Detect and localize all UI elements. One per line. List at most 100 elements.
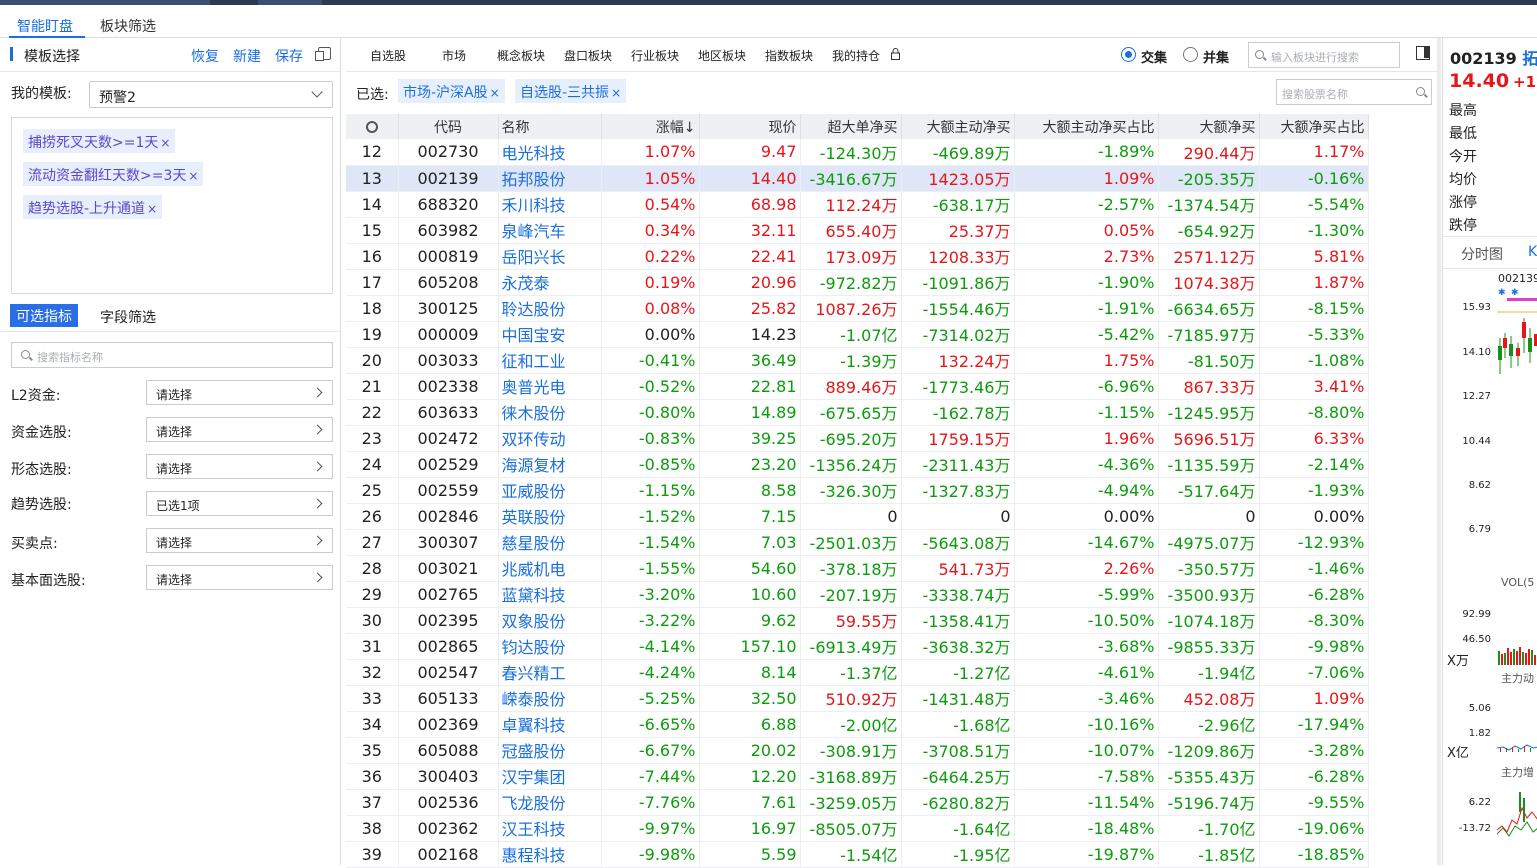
stock-name[interactable]: 电光科技 bbox=[498, 139, 602, 166]
stock-name[interactable]: 飞龙股份 bbox=[498, 789, 602, 816]
column-header[interactable]: 大额主动净买 bbox=[901, 114, 1015, 139]
new-button[interactable]: 新建 bbox=[233, 46, 261, 66]
tab-smart-watch[interactable]: 智能盯盘 bbox=[17, 16, 73, 36]
scrollbar[interactable] bbox=[1437, 38, 1441, 865]
category-industry[interactable]: 行业板块 bbox=[631, 47, 679, 64]
remove-icon[interactable]: × bbox=[188, 169, 198, 183]
stock-name[interactable]: 亚威股份 bbox=[498, 477, 602, 504]
stock-name[interactable]: 征和工业 bbox=[498, 347, 602, 374]
stock-name[interactable]: 钧达股份 bbox=[498, 633, 602, 660]
stock-name[interactable]: 永茂泰 bbox=[498, 269, 602, 296]
column-header[interactable]: 现价 bbox=[699, 114, 801, 139]
stock-name[interactable]: 惠程科技 bbox=[498, 841, 602, 868]
table-row[interactable]: 39 002168 惠程科技 -9.98% 5.59 -1.54亿 -1.95亿 -19.87… bbox=[346, 841, 1369, 868]
category-market[interactable]: 市场 bbox=[442, 47, 466, 64]
filter-select[interactable]: 请选择 bbox=[146, 528, 333, 553]
category-watchlist[interactable]: 自选股 bbox=[370, 47, 406, 64]
condition-tag[interactable]: 捕捞死叉天数>=1天 × bbox=[23, 129, 176, 153]
column-header[interactable]: 代码 bbox=[398, 114, 499, 139]
column-settings[interactable] bbox=[346, 114, 399, 139]
restore-button[interactable]: 恢复 bbox=[191, 46, 219, 66]
stock-name[interactable]: 慈星股份 bbox=[498, 529, 602, 556]
table-row[interactable]: 37 002536 飞龙股份 -7.76% 7.61 -3259.05万 -6280.82万… bbox=[346, 789, 1369, 816]
remove-icon[interactable]: × bbox=[611, 86, 621, 100]
panel-toggle-icon[interactable] bbox=[1416, 46, 1430, 60]
radio-intersection[interactable] bbox=[1121, 47, 1136, 62]
table-row[interactable]: 24 002529 海源复材 -0.85% 23.20 -1356.24万 -2311.43… bbox=[346, 451, 1369, 478]
table-row[interactable]: 13 002139 拓邦股份 1.05% 14.40 -3416.67万 1423.05万 1… bbox=[346, 165, 1369, 192]
stock-name[interactable]: 中国宝安 bbox=[498, 321, 602, 348]
stock-name[interactable]: 拓邦股份 bbox=[498, 165, 602, 192]
stock-search-input[interactable]: 搜索股票名称 bbox=[1276, 79, 1432, 105]
stock-name[interactable]: 汉宇集团 bbox=[498, 763, 602, 790]
indicator-search-input[interactable]: 搜索指标名称 bbox=[11, 342, 333, 368]
tab-sector-filter[interactable]: 板块筛选 bbox=[100, 16, 156, 36]
stock-name[interactable]: 奥普光电 bbox=[498, 373, 602, 400]
filter-select[interactable]: 请选择 bbox=[146, 380, 333, 405]
stock-name[interactable]: 聆达股份 bbox=[498, 295, 602, 322]
stock-name[interactable]: 泉峰汽车 bbox=[498, 217, 602, 244]
stock-name[interactable]: 蓝黛科技 bbox=[498, 581, 602, 608]
category-index[interactable]: 指数板块 bbox=[765, 47, 813, 64]
tab-available-indicators[interactable]: 可选指标 bbox=[10, 304, 78, 327]
table-row[interactable]: 18 300125 聆达股份 0.08% 25.82 1087.26万 -1554.46万 -… bbox=[346, 295, 1369, 322]
table-row[interactable]: 21 002338 奥普光电 -0.52% 22.81 889.46万 -1773.46万 -… bbox=[346, 373, 1369, 400]
tab-kline[interactable]: K bbox=[1528, 244, 1537, 260]
column-header[interactable]: 大额主动净买占比 bbox=[1014, 114, 1159, 139]
stock-name[interactable]: 英联股份 bbox=[498, 503, 602, 530]
table-row[interactable]: 19 000009 中国宝安 0.00% 14.23 -1.07亿 -7314.02万 -5.… bbox=[346, 321, 1369, 348]
radio-union[interactable] bbox=[1183, 47, 1198, 62]
stock-name[interactable]: 春兴精工 bbox=[498, 659, 602, 686]
table-row[interactable]: 25 002559 亚威股份 -1.15% 8.58 -326.30万 -1327.83万 -… bbox=[346, 477, 1369, 504]
table-row[interactable]: 14 688320 禾川科技 0.54% 68.98 112.24万 -638.17万 -2.… bbox=[346, 191, 1369, 218]
table-row[interactable]: 35 605088 冠盛股份 -6.67% 20.02 -308.91万 -3708.51万… bbox=[346, 737, 1369, 764]
column-header-sorted[interactable]: 涨幅↓ bbox=[601, 114, 700, 139]
column-header[interactable]: 名称 bbox=[498, 114, 602, 139]
tab-field-filter[interactable]: 字段筛选 bbox=[100, 307, 156, 330]
category-tape[interactable]: 盘口板块 bbox=[564, 47, 612, 64]
table-row[interactable]: 30 002395 双象股份 -3.22% 9.62 59.55万 -1358.41万 -10… bbox=[346, 607, 1369, 634]
column-header[interactable]: 大额净买占比 bbox=[1259, 114, 1369, 139]
table-row[interactable]: 29 002765 蓝黛科技 -3.20% 10.60 -207.19万 -3338.74万… bbox=[346, 581, 1369, 608]
table-row[interactable]: 20 003033 征和工业 -0.41% 36.49 -1.39万 132.24万 1.75… bbox=[346, 347, 1369, 374]
filter-select[interactable]: 请选择 bbox=[146, 454, 333, 479]
remove-icon[interactable]: × bbox=[490, 86, 500, 100]
remove-icon[interactable]: × bbox=[147, 202, 157, 216]
stock-name[interactable]: 嵘泰股份 bbox=[498, 685, 602, 712]
table-row[interactable]: 38 002362 汉王科技 -9.97% 16.97 -8505.07万 -1.64亿 -1… bbox=[346, 815, 1369, 842]
table-row[interactable]: 12 002730 电光科技 1.07% 9.47 -124.30万 -469.89万 -1.… bbox=[346, 139, 1369, 166]
stock-name[interactable]: 双象股份 bbox=[498, 607, 602, 634]
category-region[interactable]: 地区板块 bbox=[698, 47, 746, 64]
category-holdings[interactable]: 我的持仓 bbox=[832, 47, 880, 64]
selected-tag[interactable]: 市场-沪深A股 × bbox=[398, 79, 505, 103]
remove-icon[interactable]: × bbox=[160, 136, 170, 150]
table-row[interactable]: 16 000819 岳阳兴长 0.22% 22.41 173.09万 1208.33万 2.7… bbox=[346, 243, 1369, 270]
tab-intraday[interactable]: 分时图 bbox=[1461, 244, 1503, 264]
stock-name[interactable]: 兆威机电 bbox=[498, 555, 602, 582]
filter-select[interactable]: 请选择 bbox=[146, 565, 333, 590]
table-row[interactable]: 15 603982 泉峰汽车 0.34% 32.11 655.40万 25.37万 0.05%… bbox=[346, 217, 1369, 244]
condition-tag[interactable]: 趋势选股-上升通道 × bbox=[23, 195, 163, 219]
table-row[interactable]: 22 603633 徕木股份 -0.80% 14.89 -675.65万 -162.78万 -… bbox=[346, 399, 1369, 426]
table-row[interactable]: 33 605133 嵘泰股份 -5.25% 32.50 510.92万 -1431.48万 -… bbox=[346, 685, 1369, 712]
column-header[interactable]: 超大单净买 bbox=[800, 114, 902, 139]
table-row[interactable]: 23 002472 双环传动 -0.83% 39.25 -695.20万 1759.15万 1… bbox=[346, 425, 1369, 452]
category-concept[interactable]: 概念板块 bbox=[497, 47, 545, 64]
table-row[interactable]: 32 002547 春兴精工 -4.24% 8.14 -1.37亿 -1.27亿 -4.61%… bbox=[346, 659, 1369, 686]
column-header[interactable]: 大额净买 bbox=[1158, 114, 1260, 139]
table-row[interactable]: 26 002846 英联股份 -1.52% 7.15 0 0 0.00% 0 0.00% bbox=[346, 503, 1369, 530]
board-search-input[interactable]: 输入板块进行搜索 bbox=[1248, 42, 1400, 68]
table-row[interactable]: 31 002865 钧达股份 -4.14% 157.10 -6913.49万 -3638.3… bbox=[346, 633, 1369, 660]
table-row[interactable]: 28 003021 兆威机电 -1.55% 54.60 -378.18万 541.73万 2.… bbox=[346, 555, 1369, 582]
table-row[interactable]: 34 002369 卓翼科技 -6.65% 6.88 -2.00亿 -1.68亿 -10.16… bbox=[346, 711, 1369, 738]
stock-name[interactable]: 双环传动 bbox=[498, 425, 602, 452]
condition-tag[interactable]: 流动资金翻红天数>=3天 × bbox=[23, 162, 204, 186]
template-select[interactable]: 预警2 bbox=[89, 81, 333, 108]
copy-icon[interactable] bbox=[315, 47, 331, 61]
stock-name[interactable]: 海源复材 bbox=[498, 451, 602, 478]
table-row[interactable]: 27 300307 慈星股份 -1.54% 7.03 -2501.03万 -5643.08万… bbox=[346, 529, 1369, 556]
stock-name[interactable]: 岳阳兴长 bbox=[498, 243, 602, 270]
filter-select[interactable]: 已选1项 bbox=[146, 491, 333, 516]
table-row[interactable]: 17 605208 永茂泰 0.19% 20.96 -972.82万 -1091.86万 -1… bbox=[346, 269, 1369, 296]
filter-select[interactable]: 请选择 bbox=[146, 417, 333, 442]
